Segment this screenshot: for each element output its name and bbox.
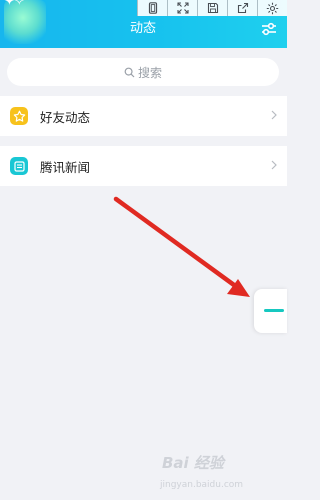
handle-bar: [264, 309, 284, 312]
star-icon: [10, 107, 28, 125]
chevron-right-icon: [271, 110, 277, 120]
save-icon[interactable]: [197, 0, 227, 16]
gear-icon[interactable]: [257, 0, 287, 16]
side-drawer-handle[interactable]: [254, 289, 287, 333]
chevron-right-icon: [271, 160, 277, 170]
screenshot-toolbar: [137, 0, 287, 16]
share-icon[interactable]: [227, 0, 257, 16]
phone-frame-icon[interactable]: [137, 0, 167, 16]
divider: [0, 136, 287, 146]
baidu-jingyan-logo: Bai 经验: [162, 454, 224, 472]
feed-list: 好友动态 腾讯新闻: [0, 96, 287, 186]
list-item-friend-feed[interactable]: 好友动态: [0, 96, 287, 136]
search-input[interactable]: 搜索: [7, 58, 279, 86]
list-item-label: 好友动态: [40, 109, 91, 125]
search-icon: [124, 67, 135, 77]
fullscreen-icon[interactable]: [167, 0, 197, 16]
watermark-url: jingyan.baidu.com: [160, 480, 244, 490]
sparkle-icon: ✦✧: [4, 0, 25, 9]
page-title: 动态: [129, 21, 156, 36]
news-icon: [10, 157, 28, 175]
list-item-tencent-news[interactable]: 腾讯新闻: [0, 146, 287, 186]
search-placeholder: 搜索: [137, 65, 162, 80]
list-item-label: 腾讯新闻: [40, 159, 91, 175]
sliders-icon[interactable]: [260, 20, 278, 38]
